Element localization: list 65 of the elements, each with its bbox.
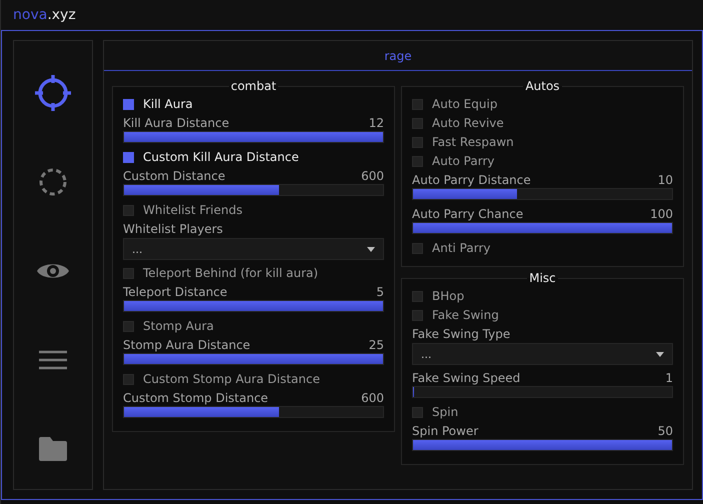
dropdown[interactable]: ... — [123, 238, 384, 260]
crosshair-icon — [32, 72, 74, 114]
slider-value: 25 — [368, 338, 384, 352]
checkbox[interactable] — [123, 320, 134, 332]
checkbox[interactable] — [123, 374, 134, 384]
slider-track[interactable] — [412, 386, 673, 398]
checkbox-label: Teleport Behind (for kill aura) — [143, 266, 318, 280]
slider-label: Teleport Distance — [123, 284, 228, 298]
checkbox[interactable] — [412, 242, 423, 254]
checkbox-label: Fast Respawn — [432, 135, 514, 149]
group-title: combat — [230, 79, 278, 93]
slider-label: Auto Parry Chance — [412, 206, 524, 220]
window-title: nova.xyz — [13, 7, 76, 23]
checkbox[interactable] — [412, 290, 423, 302]
slider-label: Kill Aura Distance — [123, 116, 230, 130]
checkbox-label: Kill Aura — [143, 97, 193, 111]
slider-label: Custom Distance — [123, 168, 226, 182]
dropdown[interactable]: ... — [412, 343, 673, 365]
group-title: Misc — [528, 271, 557, 285]
checkbox[interactable] — [123, 152, 134, 162]
dropdown-label: Whitelist Players — [123, 221, 224, 238]
caret-icon — [656, 352, 664, 356]
dropdown-label: Fake Swing Type — [412, 326, 512, 343]
tab[interactable]: rage — [384, 48, 412, 62]
checkbox[interactable] — [123, 98, 134, 110]
checkbox-label: Auto Parry — [432, 154, 494, 168]
checkbox-label: Custom Kill Aura Distance — [143, 150, 299, 164]
checkbox[interactable] — [123, 268, 134, 278]
slider-value: 100 — [650, 206, 673, 220]
slider-track[interactable] — [412, 188, 673, 200]
checkbox-label: Anti Parry — [432, 241, 490, 255]
checkbox[interactable] — [412, 98, 423, 110]
slider-value: 600 — [361, 168, 384, 182]
checkbox[interactable] — [412, 310, 423, 320]
slider-label: Fake Swing Speed — [412, 370, 520, 384]
slider-label: Custom Stomp Distance — [123, 390, 268, 404]
slider-label: Stomp Aura Distance — [123, 338, 250, 352]
checkbox[interactable] — [412, 406, 423, 418]
slider-track[interactable] — [123, 184, 384, 196]
checkbox-label: Spin — [432, 405, 458, 419]
group-title: Autos — [524, 79, 561, 93]
menu-icon — [39, 350, 67, 370]
slider-value: 10 — [658, 172, 673, 186]
checkbox[interactable] — [412, 136, 423, 148]
checkbox[interactable] — [412, 156, 423, 166]
folder-icon — [39, 437, 67, 461]
checkbox-label: Stomp Aura — [143, 319, 214, 333]
checkbox-label: Auto Equip — [432, 97, 498, 111]
dashed-circle-icon — [38, 167, 68, 197]
slider-label: Spin Power — [412, 424, 478, 438]
checkbox-label: BHop — [432, 289, 464, 303]
checkbox-label: Whitelist Friends — [143, 203, 242, 217]
slider-value: 600 — [361, 390, 384, 404]
checkbox-label: Custom Stomp Aura Distance — [143, 372, 320, 386]
checkbox-label: Fake Swing — [432, 308, 499, 322]
slider-label: Auto Parry Distance — [412, 172, 531, 186]
caret-icon — [367, 246, 375, 252]
checkbox[interactable] — [412, 118, 423, 128]
slider-value: 5 — [376, 284, 384, 298]
checkbox-label: Auto Revive — [432, 116, 504, 130]
slider-value: 50 — [658, 424, 673, 438]
checkbox[interactable] — [123, 204, 134, 216]
slider-value: 12 — [368, 116, 384, 130]
slider-value: 1 — [665, 370, 673, 384]
slider-track[interactable] — [123, 406, 384, 418]
